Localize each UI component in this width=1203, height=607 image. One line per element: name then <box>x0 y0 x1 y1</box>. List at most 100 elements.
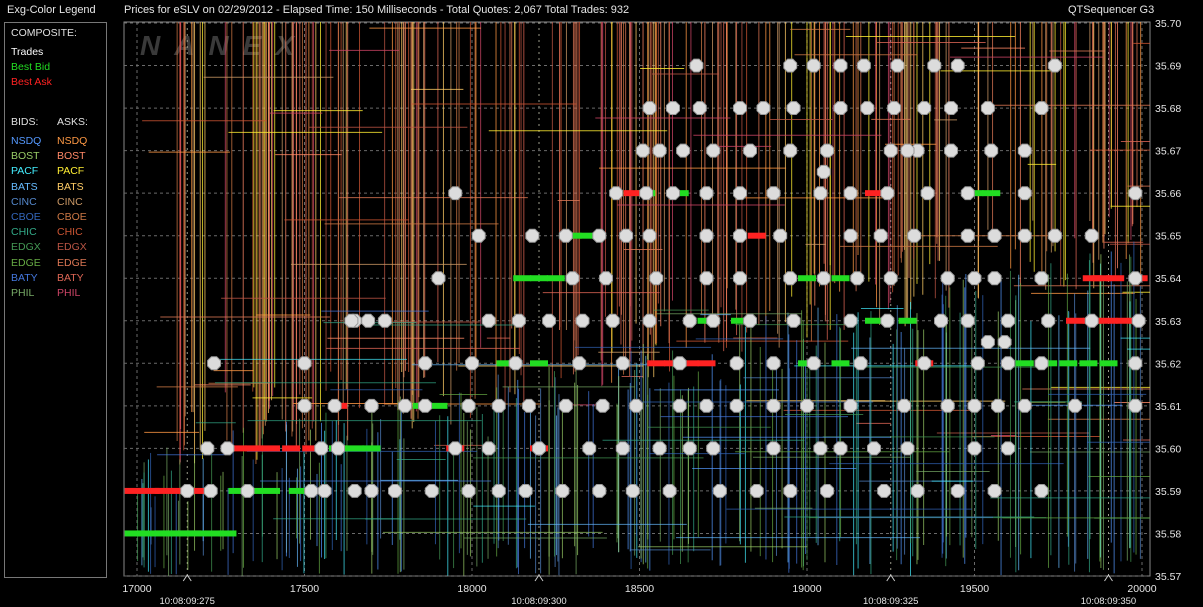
trade-point <box>833 441 848 456</box>
trade-point <box>331 441 345 456</box>
trade-point <box>833 101 848 115</box>
trade-point <box>1001 441 1015 456</box>
best-ask-point <box>697 360 716 367</box>
trade-point <box>689 58 704 73</box>
trade-point <box>786 101 801 115</box>
trade-point <box>220 441 235 456</box>
trade-point <box>1017 143 1032 158</box>
best-bid-point <box>546 275 565 282</box>
trade-point <box>783 143 798 158</box>
time-tick-label: 10:08:09:300 <box>511 596 566 607</box>
trade-point <box>783 58 798 73</box>
trade-point <box>843 228 858 243</box>
trade-point <box>967 398 982 413</box>
trade-point <box>712 484 727 498</box>
best-ask-point <box>1116 317 1135 324</box>
y-tick-label: 35.68 <box>1155 103 1181 115</box>
trade-point <box>639 186 654 201</box>
trade-point <box>873 228 888 243</box>
trade-point <box>431 271 446 286</box>
trade-point <box>448 441 463 456</box>
trade-point <box>910 484 925 498</box>
trade-point <box>398 398 412 413</box>
trade-point <box>960 186 975 201</box>
trade-point <box>806 58 821 73</box>
trade-point <box>843 313 858 328</box>
trade-point <box>880 186 895 201</box>
best-bid-point <box>429 402 448 409</box>
trade-point <box>418 398 433 413</box>
trade-point <box>843 398 858 413</box>
trade-point <box>1128 398 1143 413</box>
trade-point <box>672 398 687 413</box>
trade-point <box>609 186 623 201</box>
x-tick-label: 20000 <box>1127 583 1156 595</box>
trade-point <box>361 313 376 328</box>
best-ask-point <box>262 445 280 452</box>
trade-point <box>706 313 721 328</box>
trade-point <box>317 484 332 498</box>
trade-point <box>853 356 868 371</box>
trade-point <box>984 143 999 158</box>
trade-point <box>756 101 771 115</box>
y-tick-label: 35.60 <box>1155 443 1181 455</box>
trade-point <box>649 271 664 286</box>
trade-point <box>967 271 982 286</box>
best-ask-point <box>865 190 883 197</box>
trade-point <box>800 398 814 413</box>
y-tick-label: 35.70 <box>1155 18 1181 30</box>
trade-point <box>461 398 476 413</box>
x-tick-label: 19000 <box>792 583 821 595</box>
trade-point <box>418 356 433 371</box>
time-tick-label: 10:08:09:325 <box>863 596 918 607</box>
trade-point <box>666 186 680 201</box>
trade-point <box>1128 271 1143 286</box>
trade-point <box>816 271 831 286</box>
trade-point <box>605 313 620 328</box>
trade-point <box>555 484 570 498</box>
trade-point <box>1041 313 1056 328</box>
trade-point <box>635 143 650 158</box>
best-bid-point <box>1059 360 1078 367</box>
best-bid-point <box>1015 360 1034 367</box>
y-tick-label: 35.63 <box>1155 316 1181 328</box>
y-tick-label: 35.66 <box>1155 188 1181 200</box>
trade-point <box>967 441 982 456</box>
trade-point <box>786 313 801 328</box>
trade-point <box>1047 58 1062 73</box>
trade-point <box>471 228 486 243</box>
trade-point <box>699 271 714 286</box>
trade-point <box>625 484 640 498</box>
best-bid-point <box>188 530 207 537</box>
trade-point <box>481 313 496 328</box>
trade-point <box>1034 356 1049 371</box>
trade-point <box>1131 313 1146 328</box>
best-ask-point <box>154 487 173 494</box>
trade-point <box>934 313 948 328</box>
x-tick-label: 17000 <box>122 583 151 595</box>
trade-point <box>347 484 362 498</box>
trade-point <box>297 356 312 371</box>
trade-point <box>749 484 764 498</box>
trade-point <box>699 186 714 201</box>
trade-point <box>743 313 757 328</box>
trade-point <box>813 186 828 201</box>
best-bid-point <box>262 487 280 494</box>
price-chart: NANEX 35.57 35.58 35.59 35.60 35.61 35.62 35.6… <box>122 18 1181 607</box>
trade-point <box>1068 398 1082 413</box>
trade-point <box>388 484 402 498</box>
trade-point <box>980 101 995 115</box>
trade-point <box>314 441 329 456</box>
best-bid-point <box>171 530 190 537</box>
best-bid-point <box>530 275 548 282</box>
best-bid-point <box>218 530 237 537</box>
trade-point <box>729 398 744 413</box>
best-bid-point <box>831 275 850 282</box>
trade-point <box>699 228 714 243</box>
best-ask-point <box>623 190 642 197</box>
best-ask-point <box>1082 275 1101 282</box>
trade-point <box>991 398 1005 413</box>
trade-point <box>642 313 657 328</box>
trade-point <box>883 143 898 158</box>
trade-point <box>666 101 680 115</box>
